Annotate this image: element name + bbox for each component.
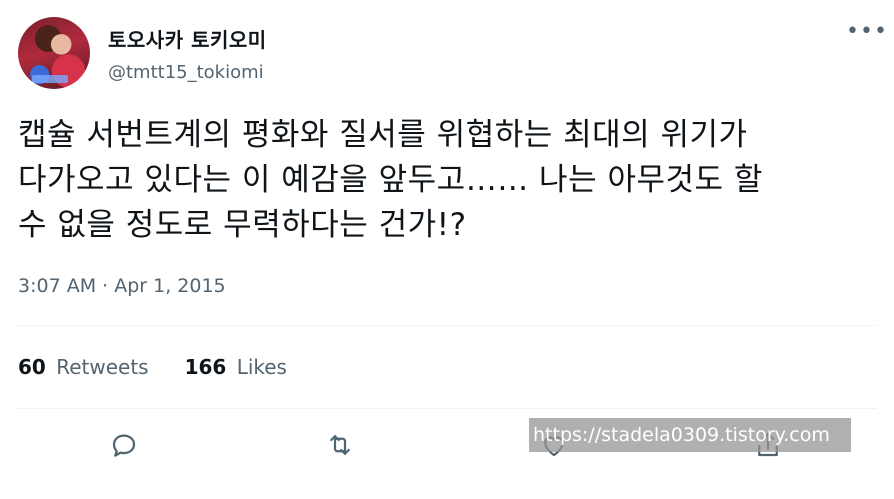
divider	[18, 325, 876, 326]
display-name[interactable]: 토오사카 토키오미	[108, 24, 267, 53]
more-horizontal-icon[interactable]: •••	[846, 21, 888, 43]
retweets-count: 60	[18, 355, 46, 379]
likes-count: 166	[184, 355, 227, 379]
watermark: https://stadela0309.tistory.com	[529, 418, 851, 452]
reply-icon[interactable]	[107, 428, 141, 462]
tweet-timestamp[interactable]: 3:07 AM · Apr 1, 2015	[18, 275, 226, 297]
user-handle[interactable]: @tmtt15_tokiomi	[108, 62, 264, 83]
engagement-stats: 60 Retweets 166 Likes	[18, 355, 287, 379]
retweets-label: Retweets	[56, 355, 149, 379]
avatar[interactable]	[18, 17, 90, 89]
likes-label: Likes	[236, 355, 287, 379]
retweets-stat[interactable]: 60 Retweets	[18, 355, 149, 379]
divider	[18, 408, 876, 409]
likes-stat[interactable]: 166 Likes	[185, 355, 287, 379]
tweet-text: 캡슐 서번트계의 평화와 질서를 위협하는 최대의 위기가 다가오고 있다는 이…	[18, 117, 763, 243]
retweet-icon[interactable]	[323, 428, 357, 462]
